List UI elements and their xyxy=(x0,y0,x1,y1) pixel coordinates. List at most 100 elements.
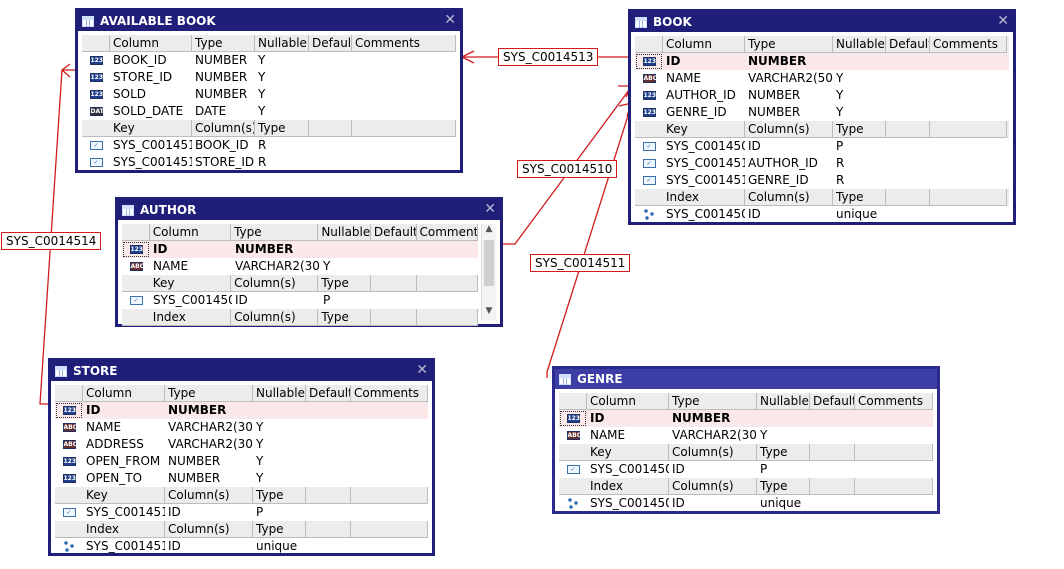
key-header-type: Type xyxy=(318,275,371,292)
column-header-column: Column xyxy=(83,385,165,402)
table-row-primary-key[interactable]: 123 ID NUMBER xyxy=(559,410,933,427)
column-header-comments: Comments xyxy=(351,385,428,402)
table-book[interactable]: BOOK ✕ Column Type Nullable Default Comm… xyxy=(628,9,1016,225)
foreign-key-icon: ✓ xyxy=(635,155,663,172)
number-icon: 123 xyxy=(89,56,104,65)
column-type: NUMBER xyxy=(168,471,221,485)
key-header-type: Type xyxy=(253,487,306,504)
index-name: SYS_C0014512 xyxy=(86,539,165,553)
column-header-comments: Comments xyxy=(352,35,456,52)
column-header-default: Default xyxy=(309,35,352,52)
table-store[interactable]: STORE ✕ Column Type Nullable Default Com… xyxy=(48,358,435,556)
table-row[interactable]: 123 BOOK_ID NUMBER Y xyxy=(82,52,456,69)
table-row[interactable]: 123 OPEN_TO NUMBER Y xyxy=(55,470,428,487)
table-row-primary-key[interactable]: 123 ID NUMBER xyxy=(635,53,1009,70)
index-row[interactable]: SYS_C0014509 ID unique xyxy=(635,206,1009,223)
table-icon xyxy=(55,365,67,377)
column-header-comments: Comments xyxy=(930,36,1007,53)
table-row[interactable]: ABC ADDRESS VARCHAR2(30) Y xyxy=(55,436,428,453)
key-row[interactable]: ✓ SYS_C0014510 AUTHOR_ID R xyxy=(635,155,1009,172)
table-row-primary-key[interactable]: 123 ID NUMBER xyxy=(122,241,478,258)
key-glyph-header xyxy=(55,487,83,504)
scroll-down-icon[interactable]: ▼ xyxy=(482,306,496,320)
key-type: P xyxy=(323,293,331,307)
relation-label-sys-c0014514[interactable]: SYS_C0014514 xyxy=(1,232,102,250)
table-genre[interactable]: GENRE Column Type Nullable Default Comme… xyxy=(552,366,940,514)
close-icon[interactable]: ✕ xyxy=(997,13,1009,29)
index-glyph-header xyxy=(559,478,587,495)
index-header-row: Index Column(s) Type xyxy=(559,478,933,495)
text-icon: ABC xyxy=(129,262,145,271)
column-header-type: Type xyxy=(165,385,253,402)
relation-label-sys-c0014510[interactable]: SYS_C0014510 xyxy=(517,160,618,178)
column-header-type: Type xyxy=(192,35,255,52)
key-row[interactable]: ✓ SYS_C0014514 STORE_ID R xyxy=(82,154,456,171)
column-nullable: Y xyxy=(760,428,768,442)
column-name: NAME xyxy=(153,259,189,273)
table-header[interactable]: AVAILABLE BOOK ✕ xyxy=(78,11,460,31)
table-row[interactable]: 123 OPEN_FROM NUMBER Y xyxy=(55,453,428,470)
table-header[interactable]: BOOK ✕ xyxy=(631,12,1013,32)
column-header-column: Column xyxy=(149,224,232,241)
date-icon: DAT xyxy=(89,107,104,116)
key-columns: ID xyxy=(672,462,685,476)
key-row[interactable]: ✓ SYS_C0014513 BOOK_ID R xyxy=(82,137,456,154)
table-title: GENRE xyxy=(577,372,623,386)
table-header[interactable]: STORE ✕ xyxy=(51,361,432,381)
table-available-book[interactable]: AVAILABLE BOOK ✕ Column Type Nullable De… xyxy=(75,8,463,173)
table-author[interactable]: AUTHOR ✕ Column Type Nullable Default Co… xyxy=(115,197,503,327)
key-header-columns: Column(s) xyxy=(192,120,255,137)
relation-label-sys-c0014511[interactable]: SYS_C0014511 xyxy=(530,254,631,272)
index-header-spacer xyxy=(306,521,351,538)
table-row[interactable]: ABC NAME VARCHAR2(30) Y xyxy=(55,419,428,436)
relation-label-sys-c0014513[interactable]: SYS_C0014513 xyxy=(498,48,599,66)
key-header-key: Key xyxy=(663,121,745,138)
column-name: ID xyxy=(86,403,101,417)
key-row[interactable]: ✓ SYS_C0014508 ID P xyxy=(559,461,933,478)
close-icon[interactable]: ✕ xyxy=(444,12,456,28)
table-row-primary-key[interactable]: 123 ID NUMBER xyxy=(55,402,428,419)
table-row[interactable]: 123 SOLD NUMBER Y xyxy=(82,86,456,103)
column-nullable: Y xyxy=(836,71,844,85)
table-row[interactable]: ABC NAME VARCHAR2(30) Y xyxy=(559,427,933,444)
key-row[interactable]: ✓ SYS_C0014512 ID P xyxy=(55,504,428,521)
table-row[interactable]: 123 STORE_ID NUMBER Y xyxy=(82,69,456,86)
column-name: NAME xyxy=(590,428,626,442)
key-row[interactable]: ✓ SYS_C0014509 ID P xyxy=(635,138,1009,155)
scroll-up-icon[interactable]: ▲ xyxy=(482,224,496,238)
key-header-columns: Column(s) xyxy=(745,121,833,138)
crowfoot-available-store xyxy=(61,63,71,78)
column-glyph-header xyxy=(122,224,150,241)
text-icon: ABC xyxy=(566,431,582,440)
table-header[interactable]: GENRE xyxy=(555,369,937,389)
table-row[interactable]: 123 GENRE_ID NUMBER Y xyxy=(635,104,1009,121)
index-row[interactable]: SYS_C0014512 ID unique xyxy=(55,538,428,555)
index-header-spacer xyxy=(810,478,855,495)
key-header-key: Key xyxy=(149,275,232,292)
key-columns: GENRE_ID xyxy=(748,173,809,187)
key-row[interactable]: ✓ SYS_C0014507 ID P xyxy=(122,292,478,309)
column-header-nullable: Nullable xyxy=(833,36,886,53)
column-header-comments: Comments xyxy=(416,224,478,241)
index-type: unique xyxy=(256,539,298,553)
table-header[interactable]: AUTHOR ✕ xyxy=(118,200,500,220)
key-header-type: Type xyxy=(757,444,810,461)
table-row[interactable]: ABC NAME VARCHAR2(50) Y xyxy=(635,70,1009,87)
close-icon[interactable]: ✕ xyxy=(484,201,496,217)
column-type: NUMBER xyxy=(748,105,801,119)
key-name: SYS_C0014509 xyxy=(666,139,745,153)
table-row[interactable]: 123 AUTHOR_ID NUMBER Y xyxy=(635,87,1009,104)
close-icon[interactable]: ✕ xyxy=(416,362,428,378)
key-type: R xyxy=(836,173,845,187)
key-row[interactable]: ✓ SYS_C0014511 GENRE_ID R xyxy=(635,172,1009,189)
column-type: NUMBER xyxy=(168,403,227,417)
column-type: VARCHAR2(30) xyxy=(235,259,320,273)
scroll-thumb[interactable] xyxy=(484,240,494,286)
table-row[interactable]: ABC NAME VARCHAR2(30) Y xyxy=(122,258,478,275)
index-columns: ID xyxy=(672,496,685,510)
vertical-scrollbar[interactable]: ▲ ▼ xyxy=(481,224,496,320)
table-row[interactable]: DAT SOLD_DATE DATE Y xyxy=(82,103,456,120)
column-glyph-header xyxy=(55,385,83,402)
column-name: OPEN_TO xyxy=(86,471,143,485)
index-row[interactable]: SYS_C0014508 ID unique xyxy=(559,495,933,512)
